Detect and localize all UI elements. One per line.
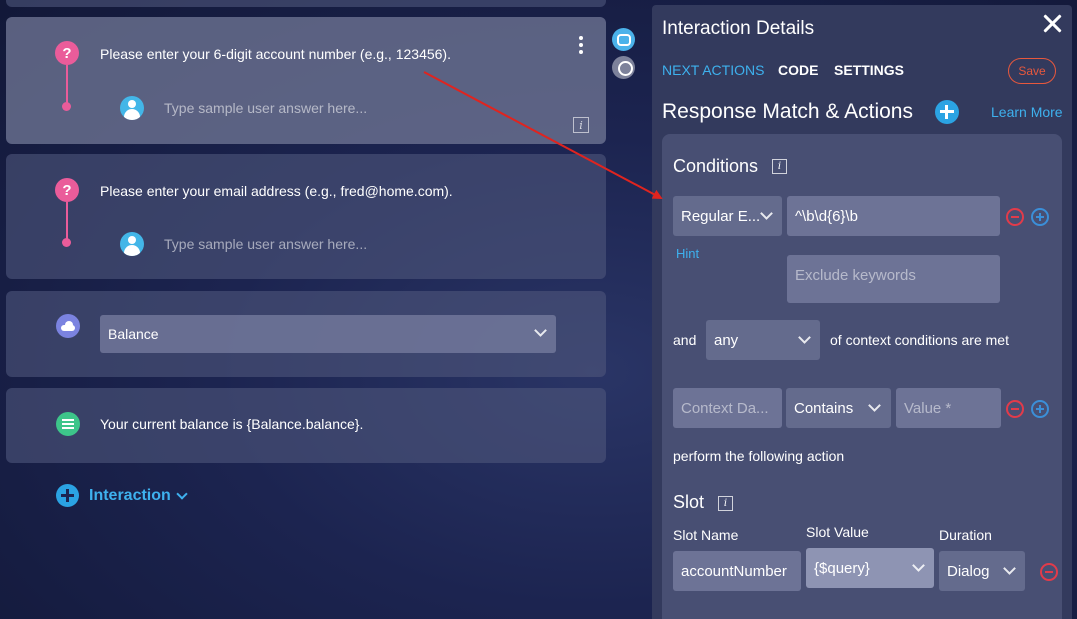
perform-action-label: perform the following action	[673, 448, 845, 464]
integration-select-value: Balance	[108, 326, 159, 342]
support-icon[interactable]	[612, 56, 635, 79]
duration-header: Duration	[939, 527, 992, 543]
save-button[interactable]: Save	[1008, 58, 1056, 84]
user-icon	[120, 232, 144, 256]
chevron-down-icon	[868, 399, 881, 412]
info-icon[interactable]: i	[718, 496, 733, 511]
add-response-button[interactable]	[935, 100, 959, 124]
flow-card-email[interactable]: ? Please enter your email address (e.g.,…	[6, 154, 606, 279]
slot-name-input[interactable]: accountNumber	[673, 551, 801, 591]
prompt-text[interactable]: Please enter your 6-digit account number…	[100, 46, 451, 62]
message-text[interactable]: Your current balance is {Balance.balance…	[100, 416, 363, 432]
chevron-down-icon	[912, 559, 925, 572]
interaction-details-panel: Interaction Details NEXT ACTIONS CODE SE…	[652, 5, 1072, 619]
slot-title: Slot	[673, 492, 705, 512]
plus-icon[interactable]	[1031, 208, 1049, 226]
slot-value-value: {$query}	[814, 559, 870, 577]
minus-icon[interactable]	[1040, 563, 1058, 581]
tab-next-actions[interactable]: NEXT ACTIONS	[662, 62, 764, 78]
close-icon[interactable]	[1042, 13, 1062, 33]
question-icon: ?	[55, 178, 79, 202]
slot-value-header: Slot Value	[806, 524, 869, 540]
pattern-input[interactable]: ^\b\d{6}\b	[787, 196, 1000, 236]
connector-line	[66, 65, 68, 105]
plus-icon[interactable]	[1031, 400, 1049, 418]
context-data-input[interactable]: Context Da...	[673, 388, 782, 428]
slot-value-select[interactable]: {$query}	[806, 548, 934, 588]
connector-dot	[62, 238, 71, 247]
kebab-menu-icon[interactable]	[579, 36, 583, 57]
add-interaction-label: Interaction	[89, 486, 171, 504]
user-icon	[120, 96, 144, 120]
chevron-down-icon	[760, 207, 773, 220]
flow-card-previous[interactable]	[6, 0, 606, 7]
chevron-down-icon	[1003, 562, 1016, 575]
slot-name-header: Slot Name	[673, 527, 739, 543]
exclude-keywords-input[interactable]: Exclude keywords	[787, 255, 1000, 303]
duration-value: Dialog	[947, 562, 990, 580]
list-icon	[56, 412, 80, 436]
context-match-value: any	[714, 331, 739, 349]
minus-icon[interactable]	[1006, 400, 1024, 418]
chevron-down-icon	[176, 487, 188, 500]
question-icon: ?	[55, 41, 79, 65]
sample-answer-input[interactable]: Type sample user answer here...	[164, 100, 367, 116]
minus-icon[interactable]	[1006, 208, 1024, 226]
tab-code[interactable]: CODE	[778, 62, 818, 78]
cloud-icon	[56, 314, 80, 338]
hint-link[interactable]: Hint	[676, 246, 699, 261]
integration-select[interactable]: Balance	[100, 315, 556, 353]
conditions-title: Conditions	[673, 156, 759, 176]
learn-more-link[interactable]: Learn More	[991, 104, 1063, 120]
connector-line	[66, 202, 68, 240]
operator-select[interactable]: Contains	[786, 388, 891, 428]
sample-answer-input[interactable]: Type sample user answer here...	[164, 236, 367, 252]
panel-title: Interaction Details	[662, 18, 815, 39]
flow-card-account-number[interactable]: ? Please enter your 6-digit account numb…	[6, 17, 606, 144]
flow-card-message[interactable]: Your current balance is {Balance.balance…	[6, 388, 606, 463]
plus-icon	[56, 484, 79, 507]
match-type-value: Regular E...	[681, 207, 761, 225]
context-match-select[interactable]: any	[706, 320, 820, 360]
response-match-card: Conditions i Regular E... ^\b\d{6}\b Hin…	[662, 134, 1062, 619]
info-icon[interactable]: i	[573, 117, 589, 133]
flow-canvas: ? Please enter your 6-digit account numb…	[0, 0, 652, 619]
match-type-select[interactable]: Regular E...	[673, 196, 782, 236]
chevron-down-icon	[534, 324, 547, 337]
add-interaction-button[interactable]: Interaction	[56, 484, 188, 507]
tab-settings[interactable]: SETTINGS	[834, 62, 904, 78]
info-icon[interactable]: i	[772, 159, 787, 174]
chevron-down-icon	[798, 331, 811, 344]
flow-card-api-call[interactable]: Balance	[6, 291, 606, 377]
context-value-input[interactable]: Value *	[896, 388, 1001, 428]
section-title: Response Match & Actions	[662, 100, 913, 123]
and-label: and	[673, 332, 697, 348]
chat-bubble-icon[interactable]	[612, 28, 635, 51]
operator-value: Contains	[794, 399, 854, 417]
context-conditions-label: of context conditions are met	[830, 332, 1009, 348]
connector-dot	[62, 102, 71, 111]
prompt-text[interactable]: Please enter your email address (e.g., f…	[100, 183, 453, 199]
duration-select[interactable]: Dialog	[939, 551, 1025, 591]
